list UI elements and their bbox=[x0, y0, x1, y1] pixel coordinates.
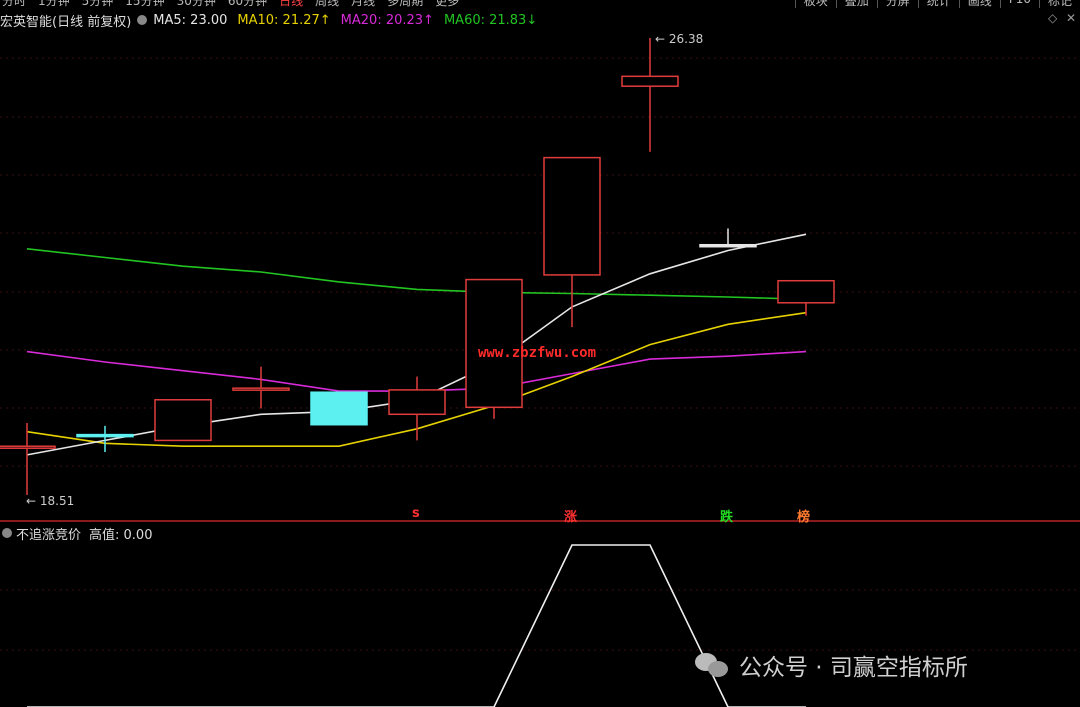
indicator-settings-icon[interactable] bbox=[2, 528, 12, 538]
ma60-line bbox=[26, 248, 807, 301]
indicator-name[interactable]: 不追涨竞价 bbox=[16, 524, 81, 543]
watermark-text: 公众号 · 司赢空指标所 bbox=[739, 655, 968, 681]
wechat-icon bbox=[695, 651, 731, 679]
candle-body-10 bbox=[777, 279, 835, 304]
chart-window: 分时 1分钟 5分钟 15分钟 30分钟 60分钟 日线 周线 月线 多周期 更多 板块 叠加 分屏 统计… bbox=[0, 0, 1080, 707]
candle-body-3 bbox=[232, 387, 290, 391]
high-price-label: ← 26.38 bbox=[655, 32, 704, 46]
low-price-label: ← 18.51 bbox=[26, 494, 75, 508]
candle-body-0 bbox=[0, 445, 56, 449]
candle-body-5 bbox=[388, 389, 446, 416]
signal-die: 跌 bbox=[720, 510, 734, 525]
candle-body-2 bbox=[154, 399, 212, 442]
candle-body-8 bbox=[621, 75, 679, 87]
candle-body-6 bbox=[465, 278, 523, 409]
wechat-watermark: 公众号 · 司赢空指标所 bbox=[695, 648, 968, 682]
indicator-legend: 不追涨竞价 高值: 0.00 bbox=[0, 524, 153, 543]
candle-body-1 bbox=[76, 433, 134, 438]
indicator-line bbox=[27, 544, 806, 707]
signal-bang: 榜 bbox=[797, 510, 811, 525]
candle-body-9 bbox=[699, 243, 757, 248]
candle-body-7 bbox=[543, 156, 601, 276]
indicator-value: 高值: 0.00 bbox=[89, 527, 153, 543]
candle-body-4 bbox=[310, 391, 368, 426]
site-watermark: www.zbzfwu.com bbox=[478, 345, 597, 361]
signal-s: s bbox=[412, 506, 420, 521]
signal-zhang: 涨 bbox=[564, 510, 578, 525]
